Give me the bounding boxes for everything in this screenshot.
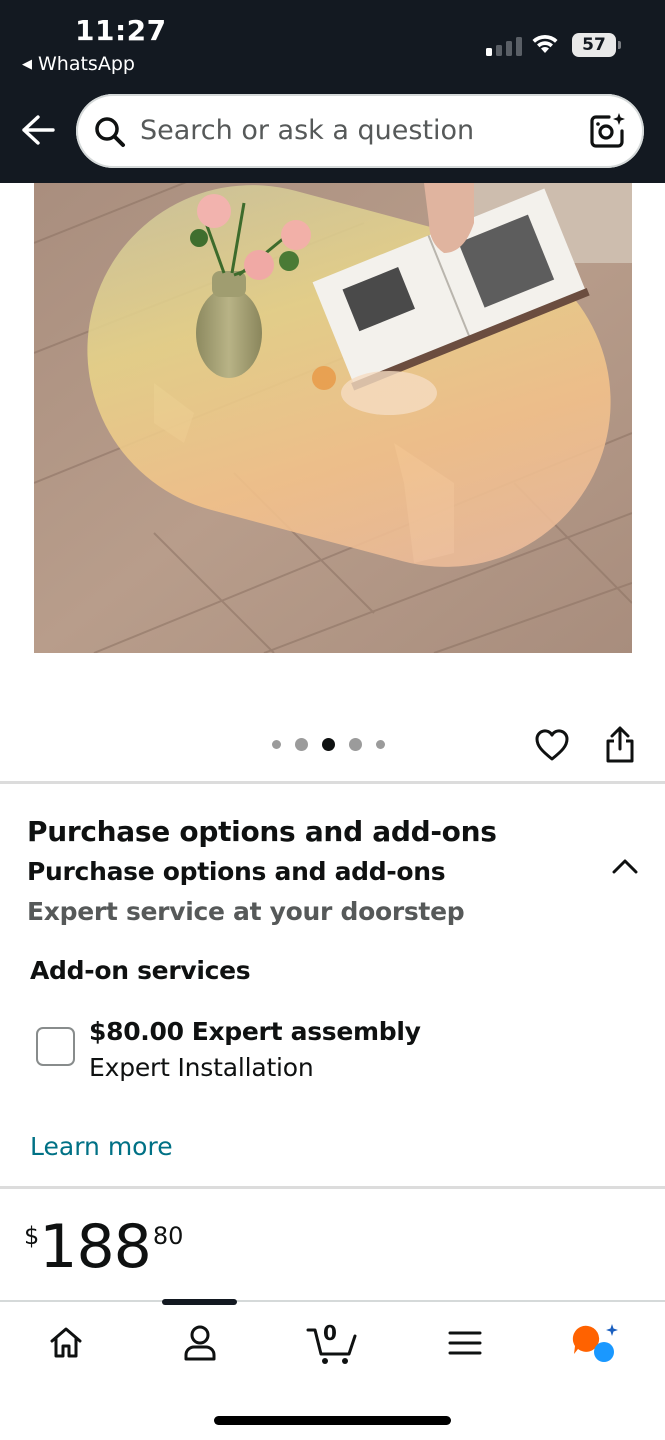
chevron-up-icon[interactable] (612, 857, 638, 875)
carousel-dot[interactable] (376, 740, 385, 749)
home-icon[interactable] (48, 1324, 84, 1360)
back-to-app-link[interactable]: ◀ WhatsApp (22, 53, 135, 75)
section-divider (0, 781, 665, 784)
carousel-dot-active[interactable] (322, 738, 335, 751)
price-symbol: $ (24, 1222, 40, 1250)
cart-count: 0 (323, 1321, 337, 1345)
purchase-options-heading: Purchase options and add-ons (27, 815, 497, 848)
addon-name: Expert assembly (191, 1017, 421, 1046)
rufus-icon[interactable] (572, 1322, 620, 1364)
camera-icon[interactable] (588, 111, 628, 151)
learn-more-link[interactable]: Learn more (30, 1132, 173, 1161)
back-arrow-icon[interactable] (20, 113, 56, 147)
addon-services-heading: Add-on services (30, 956, 251, 985)
search-bar[interactable]: Search or ask a question (76, 94, 644, 168)
product-photo-coffee-table (34, 183, 632, 653)
cellular-signal-icon (486, 36, 522, 56)
back-app-label: WhatsApp (38, 53, 135, 75)
carousel-dot[interactable] (272, 740, 281, 749)
menu-icon[interactable] (448, 1330, 482, 1356)
purchase-options-subheading[interactable]: Purchase options and add-ons (27, 857, 446, 886)
status-time: 11:27 (75, 14, 167, 47)
expert-assembly-checkbox[interactable] (36, 1027, 75, 1066)
carousel-dot[interactable] (295, 738, 308, 751)
back-triangle-icon: ◀ (22, 56, 32, 72)
heart-icon[interactable] (534, 728, 570, 762)
search-input[interactable]: Search or ask a question (140, 115, 474, 146)
search-icon (95, 117, 125, 147)
battery-indicator: 57 (572, 33, 621, 57)
section-divider (0, 1186, 665, 1189)
carousel-dot[interactable] (349, 738, 362, 751)
product-price: $ 188 80 (24, 1212, 183, 1282)
active-tab-indicator (162, 1299, 237, 1305)
wifi-icon (532, 34, 558, 53)
price-fraction: 80 (152, 1222, 184, 1250)
share-icon[interactable] (604, 725, 636, 765)
image-carousel-dots (272, 738, 385, 751)
purchase-options-description: Expert service at your doorstep (27, 897, 465, 926)
addon-price: $80.00 (89, 1017, 184, 1046)
addon-title[interactable]: $80.00 Expert assembly (89, 1017, 421, 1046)
app-header: 11:27 ◀ WhatsApp 57 Search or ask a ques… (0, 0, 665, 183)
account-icon[interactable] (182, 1324, 218, 1362)
cart-button[interactable]: 0 (306, 1321, 358, 1364)
price-whole: 188 (39, 1212, 152, 1282)
addon-detail: Expert Installation (89, 1053, 314, 1082)
product-image[interactable] (34, 183, 632, 653)
home-indicator (214, 1416, 451, 1425)
